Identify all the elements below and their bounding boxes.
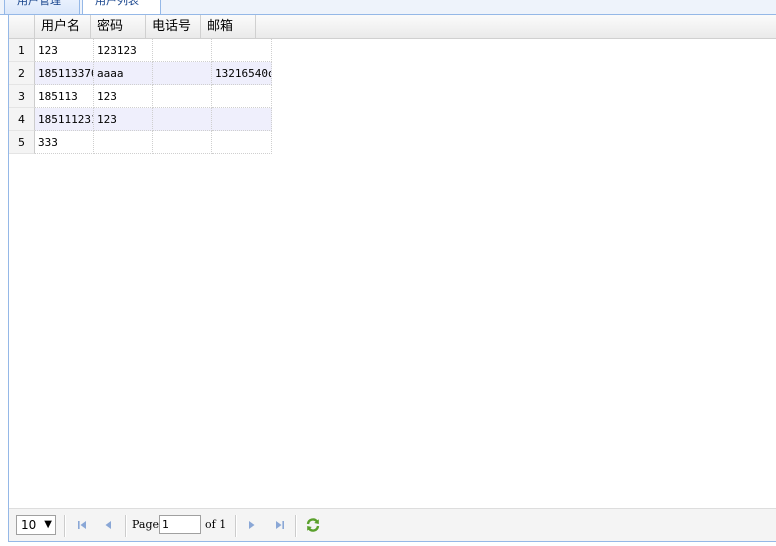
first-page-icon[interactable] [75, 518, 89, 532]
cell-phone[interactable] [153, 131, 212, 154]
pagination-bar: 10 ▼ Page 1 of 1 [9, 508, 776, 542]
separator [295, 515, 297, 537]
separator [235, 515, 237, 537]
cell-email[interactable] [212, 108, 272, 131]
table-row[interactable]: 2 185113370 aaaa 13216540q [9, 62, 272, 85]
table-row[interactable]: 3 185113 123 [9, 85, 272, 108]
column-header-email[interactable]: 邮箱 [201, 15, 256, 38]
column-header-phone[interactable]: 电话号 [146, 15, 201, 38]
cell-phone[interactable] [153, 108, 212, 131]
table-row[interactable]: 5 333 [9, 131, 272, 154]
row-number: 5 [9, 131, 35, 154]
table-row[interactable]: 4 185111231 123 [9, 108, 272, 131]
row-number-header [9, 15, 35, 38]
cell-email[interactable] [212, 39, 272, 62]
table-row[interactable]: 1 123 123123 [9, 39, 272, 62]
column-header-password[interactable]: 密码 [91, 15, 146, 38]
grid-panel: 用户名 密码 电话号 邮箱 1 123 123123 2 185113370 a… [8, 15, 776, 542]
cell-phone[interactable] [153, 85, 212, 108]
cell-password[interactable]: aaaa [94, 62, 153, 85]
page-number-input[interactable]: 1 [159, 515, 201, 534]
cell-password[interactable]: 123123 [94, 39, 153, 62]
row-number: 1 [9, 39, 35, 62]
next-page-icon[interactable] [245, 518, 259, 532]
last-page-icon[interactable] [273, 518, 287, 532]
row-number: 3 [9, 85, 35, 108]
grid-header: 用户名 密码 电话号 邮箱 [9, 15, 776, 39]
row-number: 2 [9, 62, 35, 85]
page-of-label: of 1 [205, 518, 227, 531]
column-header-username[interactable]: 用户名 [35, 15, 91, 38]
cell-password[interactable]: 123 [94, 108, 153, 131]
cell-phone[interactable] [153, 62, 212, 85]
prev-page-icon[interactable] [101, 518, 115, 532]
tab-user-management[interactable]: 用户管理 [4, 0, 80, 14]
cell-username[interactable]: 185113 [35, 85, 94, 108]
refresh-icon[interactable] [305, 517, 321, 533]
cell-username[interactable]: 333 [35, 131, 94, 154]
cell-username[interactable]: 185113370 [35, 62, 94, 85]
tab-user-list[interactable]: 用户列表 [82, 0, 161, 14]
cell-username[interactable]: 123 [35, 39, 94, 62]
cell-password[interactable] [94, 131, 153, 154]
cell-password[interactable]: 123 [94, 85, 153, 108]
page-size-value: 10 [21, 518, 37, 532]
tab-label: 用户管理 [17, 0, 61, 7]
page-size-select[interactable]: 10 ▼ [16, 515, 56, 535]
cell-email[interactable]: 13216540q [212, 62, 272, 85]
dropdown-arrow-icon[interactable]: ▼ [44, 516, 52, 534]
row-number: 4 [9, 108, 35, 131]
separator [64, 515, 66, 537]
cell-username[interactable]: 185111231 [35, 108, 94, 131]
cell-phone[interactable] [153, 39, 212, 62]
cell-email[interactable] [212, 85, 272, 108]
page-label: Page [132, 518, 160, 531]
tab-label: 用户列表 [95, 0, 139, 7]
tab-strip: 用户管理 用户列表 [0, 0, 776, 15]
separator [125, 515, 127, 537]
cell-email[interactable] [212, 131, 272, 154]
